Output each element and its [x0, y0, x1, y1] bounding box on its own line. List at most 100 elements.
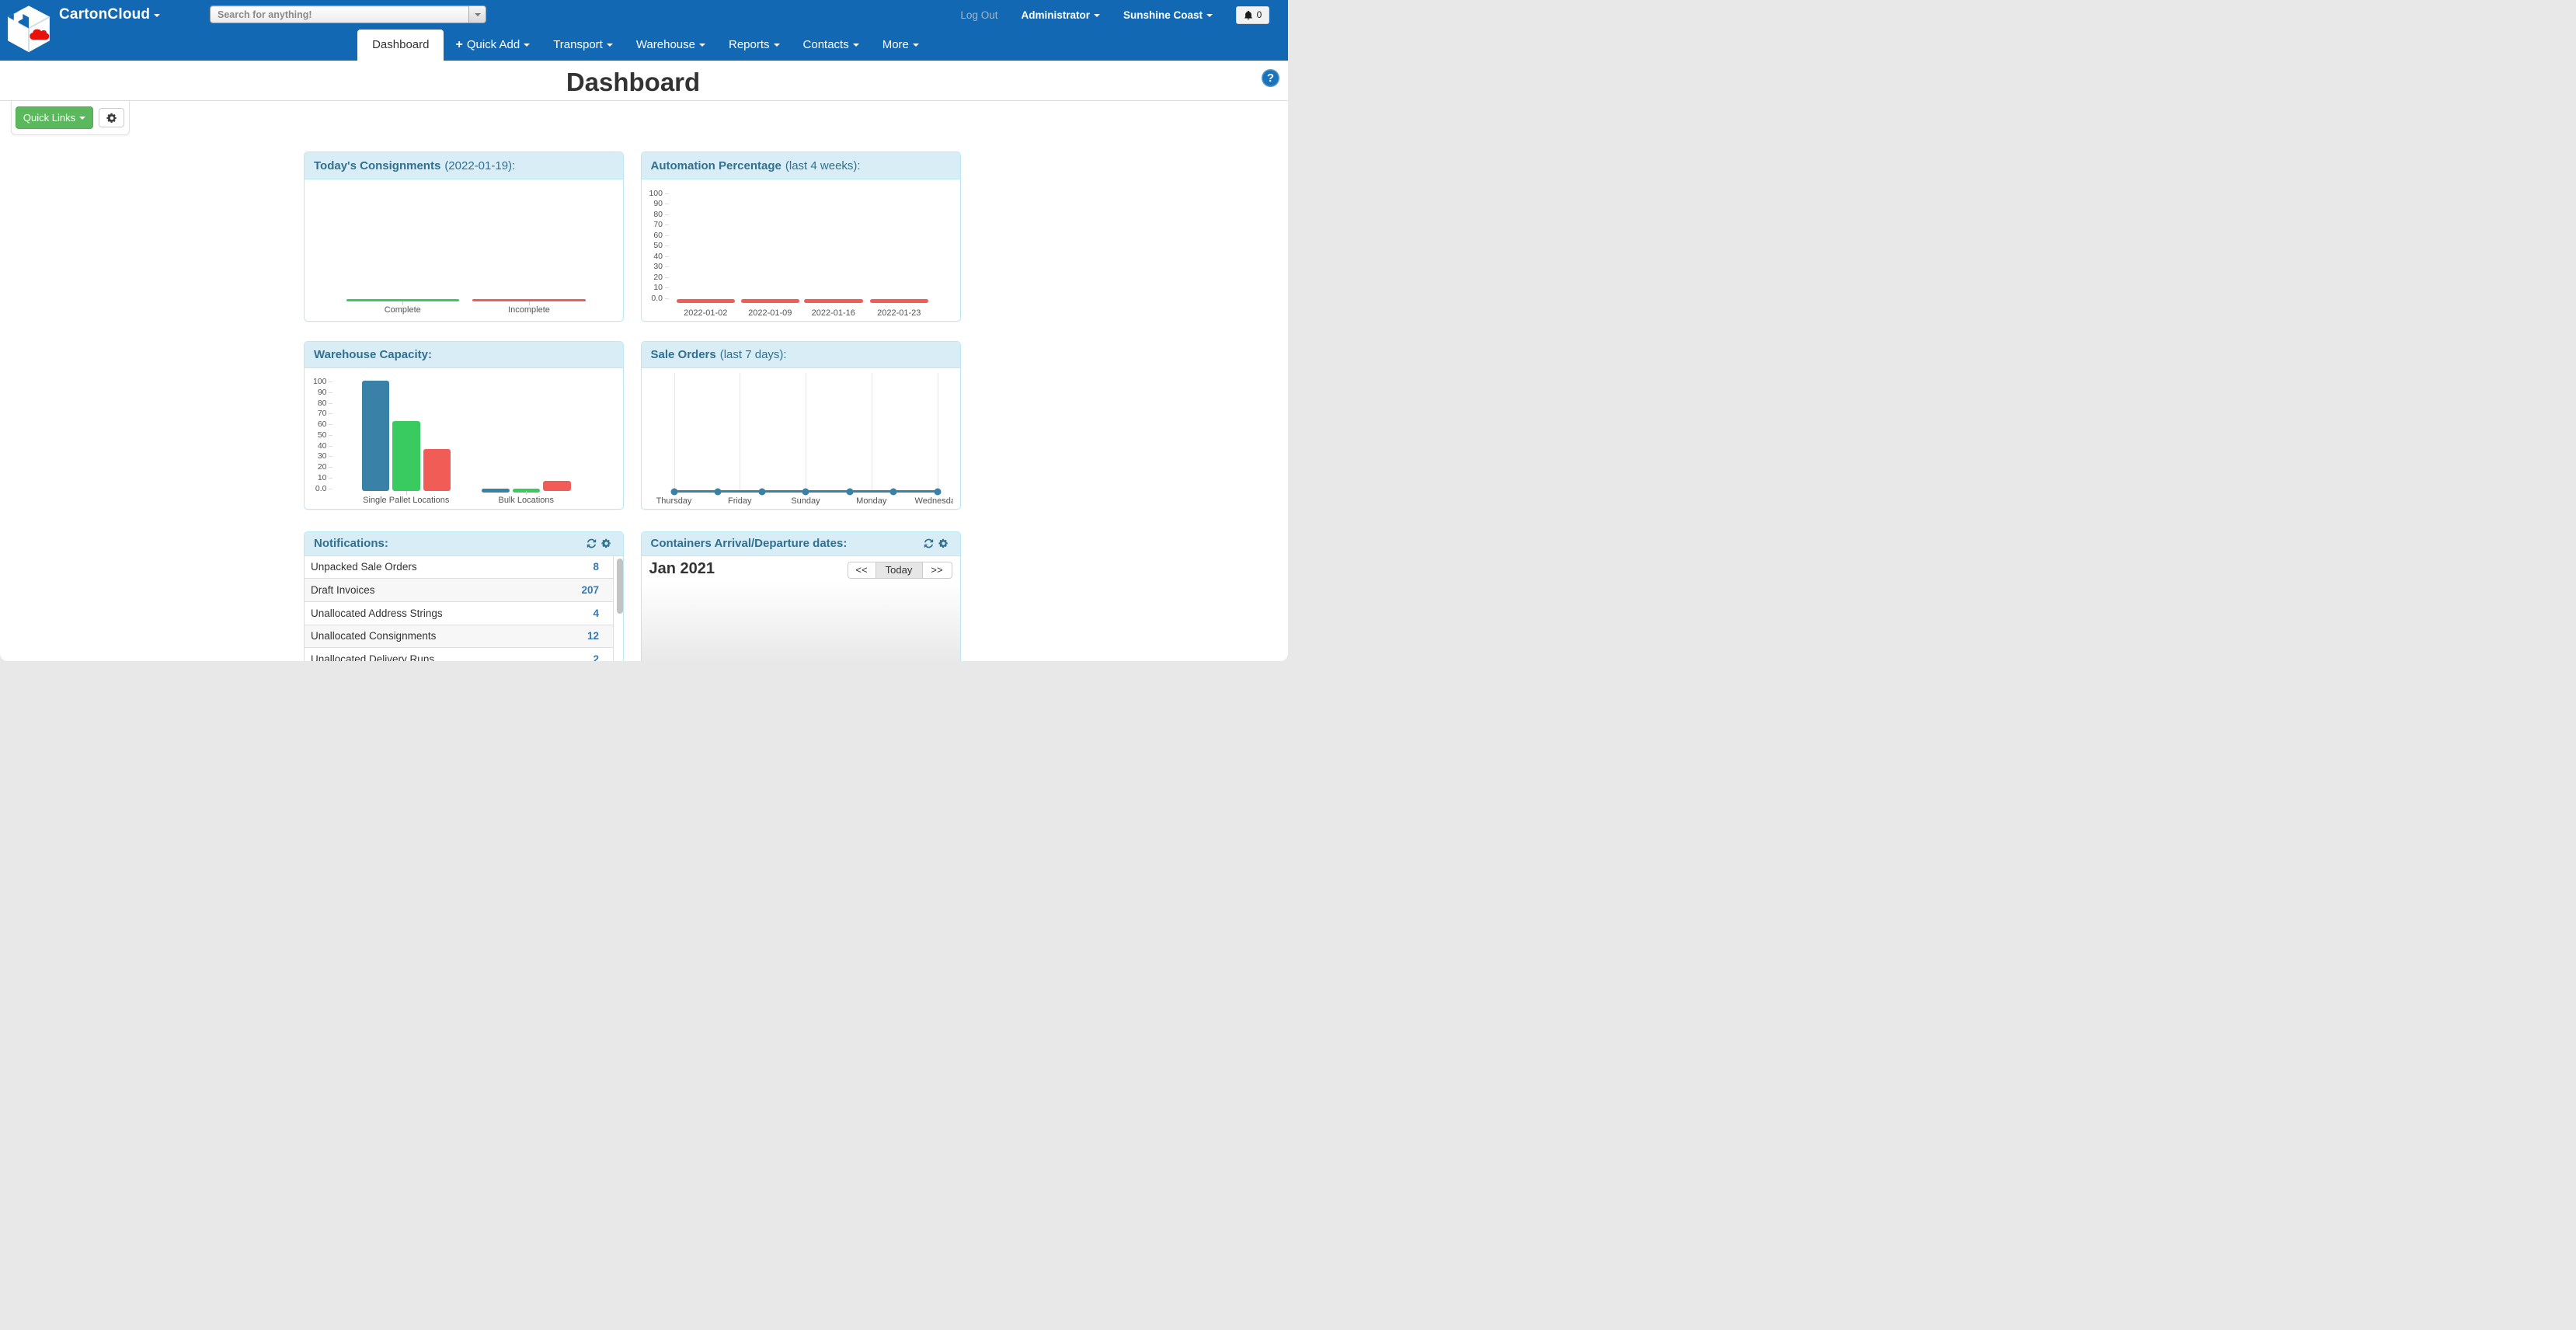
y-tick-label: 100 — [305, 377, 327, 386]
data-point — [890, 488, 897, 495]
y-tick — [665, 256, 669, 257]
user-menu[interactable]: Administrator — [1021, 9, 1100, 21]
refresh-icon[interactable] — [587, 538, 597, 548]
gear-icon[interactable] — [938, 538, 949, 548]
y-tick-label: 90 — [305, 388, 327, 397]
data-point — [670, 488, 677, 495]
panel-body-sale-orders: ThursdayFridaySundayMondayWednesday — [642, 368, 960, 510]
caret-down-icon — [607, 44, 613, 47]
nav-item-more[interactable]: More — [871, 30, 931, 61]
panel-title: Automation Percentage — [651, 159, 782, 172]
panel-title: Notifications: — [314, 537, 388, 550]
panel-body-todays-consignments: CompleteIncomplete — [305, 179, 623, 322]
nav-item-contacts[interactable]: Contacts — [792, 30, 871, 61]
y-tick-label: 0.0 — [305, 484, 327, 493]
y-tick-label: 50 — [305, 430, 327, 440]
nav-item-transport[interactable]: Transport — [541, 30, 625, 61]
panel-subtitle: (last 4 weeks): — [785, 159, 861, 172]
panel-heading-todays-consignments: Today's Consignments(2022-01-19): — [305, 152, 623, 179]
nav-item-label: More — [882, 38, 909, 51]
gear-icon[interactable] — [601, 538, 611, 548]
caret-down-icon — [699, 44, 705, 47]
x-tick — [406, 491, 407, 495]
panel-title: Sale Orders — [651, 348, 716, 361]
panel-heading-sale-orders: Sale Orders (last 7 days): — [642, 342, 960, 368]
panel-title: Containers Arrival/Departure dates: — [651, 537, 848, 550]
notification-row: Draft Invoices207 — [305, 579, 613, 602]
data-point — [934, 488, 941, 495]
caret-down-icon — [1206, 14, 1213, 17]
sale-orders-chart: ThursdayFridaySundayMondayWednesday — [642, 368, 953, 510]
nav-item-warehouse[interactable]: Warehouse — [625, 30, 717, 61]
x-tick-label: Sunday — [791, 496, 820, 506]
y-tick-label: 30 — [642, 262, 663, 271]
quick-links-card: Quick Links — [11, 101, 130, 135]
y-tick — [329, 424, 332, 425]
data-point — [802, 488, 809, 495]
help-button[interactable]: ? — [1262, 69, 1279, 87]
notification-label: Unpacked Sale Orders — [305, 561, 417, 573]
x-tick-label: 2022-01-23 — [877, 308, 921, 318]
top-bar: CartonCloud Log Out Administrator Sunshi… — [0, 0, 1288, 61]
calendar-prev-button[interactable]: << — [848, 562, 876, 579]
caret-down-icon — [154, 14, 160, 17]
y-tick-label: 30 — [305, 451, 327, 461]
dashboard-settings-button[interactable] — [99, 108, 124, 127]
series-bar — [804, 299, 863, 303]
panel-heading-containers-calendar: Containers Arrival/Departure dates: — [642, 532, 960, 556]
notifications-list: Unpacked Sale Orders8Draft Invoices207Un… — [305, 556, 614, 662]
notification-label: Unallocated Address Strings — [305, 608, 443, 619]
quick-links-button[interactable]: Quick Links — [16, 106, 93, 129]
notification-count-link[interactable]: 8 — [593, 561, 599, 573]
nav-item-quick-add[interactable]: +Quick Add — [444, 30, 541, 61]
panel-subtitle: (last 7 days): — [720, 348, 787, 361]
refresh-icon[interactable] — [924, 538, 934, 548]
y-tick-label: 80 — [642, 210, 663, 219]
notifications-bell-button[interactable]: 0 — [1236, 6, 1269, 24]
panel-header-icons — [587, 538, 611, 548]
data-point — [846, 488, 853, 495]
caret-down-icon — [774, 44, 780, 47]
nav-item-reports[interactable]: Reports — [717, 30, 792, 61]
series-bar — [543, 481, 571, 491]
data-point — [715, 488, 722, 495]
tenant-menu[interactable]: Sunshine Coast — [1123, 9, 1213, 21]
panel-automation-percentage: Automation Percentage(last 4 weeks):1009… — [641, 151, 961, 322]
caret-down-icon — [524, 44, 530, 47]
nav-item-dashboard[interactable]: Dashboard — [357, 30, 444, 61]
panel-heading-warehouse-capacity: Warehouse Capacity: — [305, 342, 623, 368]
notification-count-link[interactable]: 12 — [587, 630, 599, 642]
search-dropdown-toggle[interactable] — [468, 6, 486, 23]
notification-count-link[interactable]: 207 — [581, 584, 599, 596]
caret-down-icon — [913, 44, 919, 47]
y-tick-label: 60 — [642, 231, 663, 240]
logout-link[interactable]: Log Out — [960, 9, 997, 21]
calendar-today-button[interactable]: Today — [876, 562, 922, 579]
user-menu-label: Administrator — [1021, 9, 1090, 21]
y-tick-label: 70 — [305, 409, 327, 418]
x-tick-label: 2022-01-09 — [748, 308, 792, 318]
notification-count-link[interactable]: 2 — [593, 653, 599, 661]
panel-notifications: Notifications: Unpacked Sale Orders 8 Draft… — [304, 531, 624, 662]
notification-label: Unallocated Delivery Runs — [305, 653, 434, 661]
notification-row: Unallocated Address Strings 4 — [305, 602, 613, 625]
calendar-next-button[interactable]: >> — [922, 562, 952, 579]
x-tick-label: Thursday — [656, 496, 692, 506]
warehouse-chart: 1009080706050403020100.0Single Pallet Lo… — [305, 368, 623, 510]
caret-down-icon — [79, 117, 85, 120]
nav-item-label: Transport — [553, 38, 603, 51]
search-input[interactable] — [210, 5, 486, 23]
scrollbar-thumb[interactable] — [617, 559, 623, 614]
consignments-chart: CompleteIncomplete — [305, 179, 623, 322]
top-right-menu: Log Out Administrator Sunshine Coast 0 — [960, 0, 1269, 30]
notification-count-link[interactable]: 4 — [593, 608, 599, 619]
y-tick — [329, 435, 332, 436]
panel-warehouse-capacity: Warehouse Capacity:100908070605040302010… — [304, 341, 624, 510]
y-tick-label: 10 — [305, 473, 327, 482]
panel-sale-orders: Sale Orders (last 7 days): ThursdayFridayS… — [641, 341, 961, 510]
brand-menu[interactable]: CartonCloud — [59, 0, 160, 30]
panel-body-warehouse-capacity: 1009080706050403020100.0Single Pallet Lo… — [305, 368, 623, 510]
y-tick — [329, 467, 332, 468]
y-tick — [665, 298, 669, 299]
x-tick-label: Complete — [385, 305, 421, 315]
